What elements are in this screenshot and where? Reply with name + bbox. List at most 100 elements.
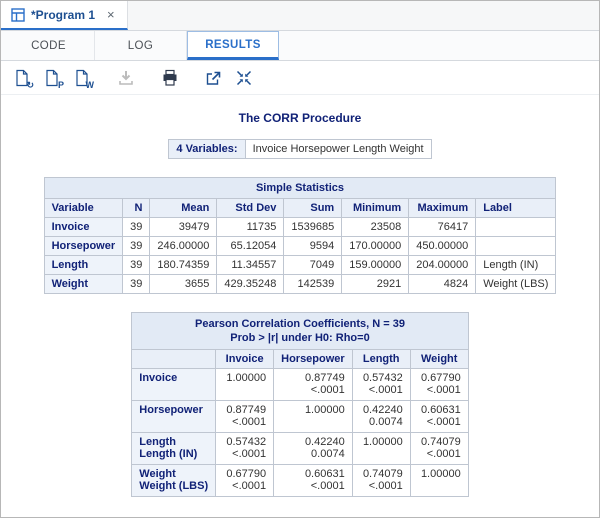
cell: Weight (LBS) [476, 275, 556, 294]
results-toolbar: ↻ P W [1, 61, 599, 95]
cell: 170.00000 [342, 237, 409, 256]
table-row: Weight 39 3655 429.35248 142539 2921 482… [44, 275, 556, 294]
cell: 1.00000 [274, 401, 353, 433]
column-header: Sum [284, 199, 342, 218]
table-row: Length 39 180.74359 11.34557 7049 159.00… [44, 256, 556, 275]
cell: 0.60631<.0001 [410, 401, 468, 433]
sas-studio-window: *Program 1 × CODE LOG RESULTS ↻ P W [0, 0, 600, 518]
cell: 0.74079<.0001 [352, 465, 410, 497]
column-header: Invoice [216, 350, 274, 369]
cell: 39 [123, 218, 150, 237]
variables-row: 4 Variables: Invoice Horsepower Length W… [169, 140, 431, 159]
tab-code[interactable]: CODE [3, 31, 95, 60]
cell: 11.34557 [217, 256, 284, 275]
program-icon [11, 8, 25, 22]
cell: 0.67790<.0001 [216, 465, 274, 497]
cell: 1.00000 [352, 433, 410, 465]
table-title-row: Pearson Correlation Coefficients, N = 39… [132, 313, 468, 350]
cell: 0.67790<.0001 [410, 369, 468, 401]
cell [476, 237, 556, 256]
row-header: Invoice [132, 369, 216, 401]
cell: 1539685 [284, 218, 342, 237]
cell: 159.00000 [342, 256, 409, 275]
table-title: Pearson Correlation Coefficients, N = 39… [132, 313, 468, 350]
procedure-title: The CORR Procedure [1, 111, 599, 125]
row-header: Invoice [44, 218, 123, 237]
cell: 142539 [284, 275, 342, 294]
table-row: Horsepower 39 246.00000 65.12054 9594 17… [44, 237, 556, 256]
column-header: Variable [44, 199, 123, 218]
column-header: Length [352, 350, 410, 369]
column-header: Maximum [409, 199, 476, 218]
cell: 1.00000 [216, 369, 274, 401]
column-header: Horsepower [274, 350, 353, 369]
column-header: Std Dev [217, 199, 284, 218]
program-tab-bar: *Program 1 × [1, 1, 599, 31]
open-new-window-icon[interactable] [201, 65, 227, 91]
cell: 11735 [217, 218, 284, 237]
variables-table: 4 Variables: Invoice Horsepower Length W… [168, 139, 431, 159]
cell [476, 218, 556, 237]
column-header: Minimum [342, 199, 409, 218]
tab-results[interactable]: RESULTS [187, 31, 279, 60]
column-header: N [123, 199, 150, 218]
results-content: The CORR Procedure 4 Variables: Invoice … [1, 95, 599, 497]
cell: 0.57432<.0001 [216, 433, 274, 465]
table-row: Invoice 39 39479 11735 1539685 23508 764… [44, 218, 556, 237]
cell: 246.00000 [150, 237, 217, 256]
cell: 0.422400.0074 [274, 433, 353, 465]
cell: 429.35248 [217, 275, 284, 294]
row-header: Horsepower [44, 237, 123, 256]
cell: 0.60631<.0001 [274, 465, 353, 497]
cell: 4824 [409, 275, 476, 294]
correlation-title-line2: Prob > |r| under H0: Rho=0 [142, 331, 457, 345]
program-tab[interactable]: *Program 1 × [1, 1, 128, 30]
download-pdf-icon[interactable]: P [39, 65, 65, 91]
cell: 3655 [150, 275, 217, 294]
cell: 204.00000 [409, 256, 476, 275]
correlation-title-line1: Pearson Correlation Coefficients, N = 39 [142, 317, 457, 331]
row-header: Horsepower [132, 401, 216, 433]
download-word-icon[interactable]: W [69, 65, 95, 91]
cell: 0.87749<.0001 [274, 369, 353, 401]
download-icon [113, 65, 139, 91]
cell: 0.74079<.0001 [410, 433, 468, 465]
row-header: Length Length (IN) [132, 433, 216, 465]
table-row: Weight Weight (LBS) 0.67790<.0001 0.6063… [132, 465, 468, 497]
cell: 39 [123, 275, 150, 294]
table-row: Invoice 1.00000 0.87749<.0001 0.57432<.0… [132, 369, 468, 401]
simple-statistics-table: Simple Statistics Variable N Mean Std De… [44, 177, 557, 294]
cell: 9594 [284, 237, 342, 256]
cell: 65.12054 [217, 237, 284, 256]
maximize-view-icon[interactable] [231, 65, 257, 91]
cell: 2921 [342, 275, 409, 294]
close-tab-icon[interactable]: × [105, 7, 117, 22]
cell: 76417 [409, 218, 476, 237]
table-title-row: Simple Statistics [44, 178, 556, 199]
print-icon[interactable] [157, 65, 183, 91]
cell: 0.422400.0074 [352, 401, 410, 433]
cell: 39 [123, 256, 150, 275]
variables-value: Invoice Horsepower Length Weight [245, 140, 431, 159]
cell: 1.00000 [410, 465, 468, 497]
cell: 39479 [150, 218, 217, 237]
cell: 0.57432<.0001 [352, 369, 410, 401]
cell: 450.00000 [409, 237, 476, 256]
cell: 39 [123, 237, 150, 256]
tab-log[interactable]: LOG [95, 31, 187, 60]
row-header: Length [44, 256, 123, 275]
table-row: Length Length (IN) 0.57432<.0001 0.42240… [132, 433, 468, 465]
cell: 180.74359 [150, 256, 217, 275]
table-row: Horsepower 0.87749<.0001 1.00000 0.42240… [132, 401, 468, 433]
row-header: Weight Weight (LBS) [132, 465, 216, 497]
view-tabs: CODE LOG RESULTS [1, 31, 599, 61]
cell: 0.87749<.0001 [216, 401, 274, 433]
cell: Length (IN) [476, 256, 556, 275]
download-html-icon[interactable]: ↻ [9, 65, 35, 91]
table-header-row: Invoice Horsepower Length Weight [132, 350, 468, 369]
column-header: Mean [150, 199, 217, 218]
correlation-table: Pearson Correlation Coefficients, N = 39… [131, 312, 468, 497]
column-header: Label [476, 199, 556, 218]
program-tab-title: *Program 1 [31, 8, 95, 22]
cell: 23508 [342, 218, 409, 237]
